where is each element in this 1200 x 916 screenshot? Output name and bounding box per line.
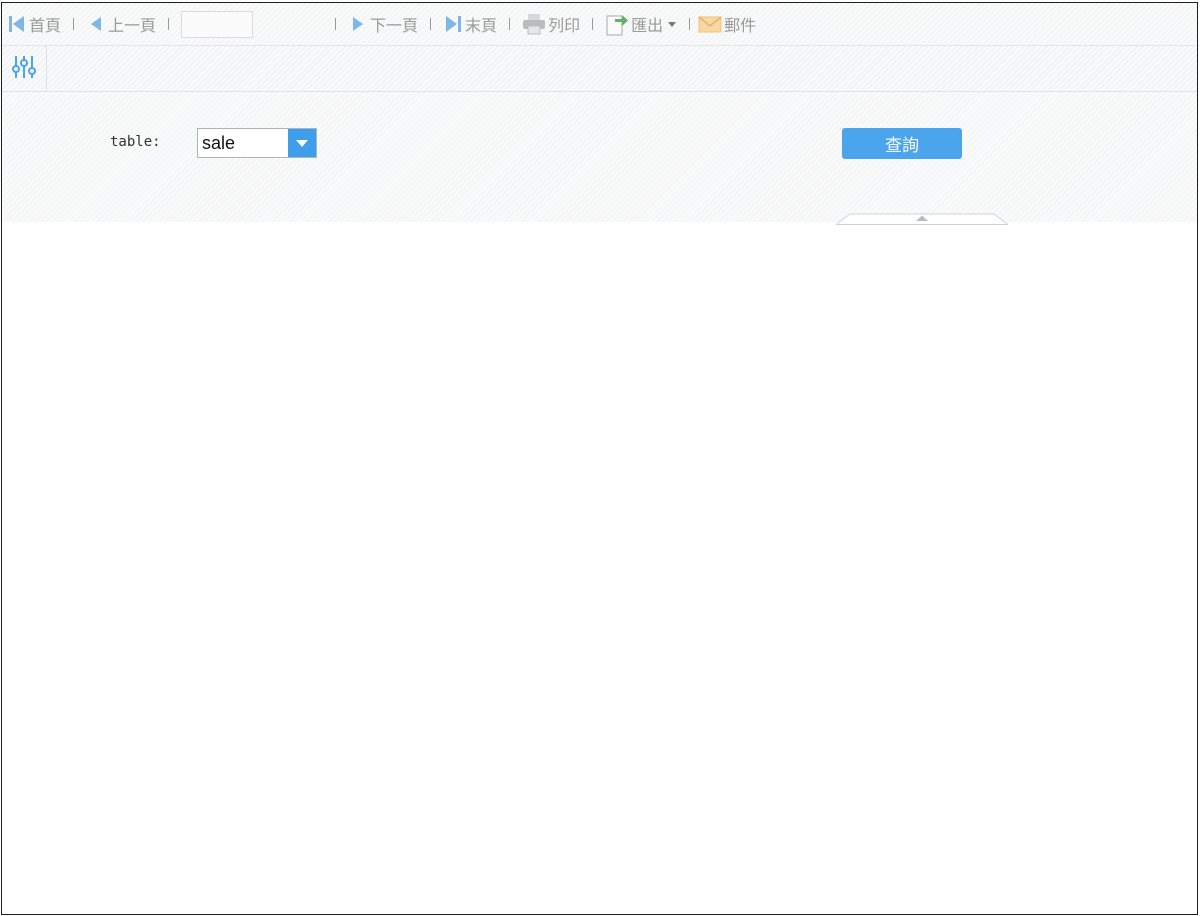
- report-viewer: 首頁 上一頁 下一頁 末頁 列印 匯出 郵件 table: sale 查詢: [1, 2, 1198, 915]
- first-page-button[interactable]: 首頁: [7, 3, 61, 45]
- toolbar-divider: [509, 18, 511, 30]
- last-page-button[interactable]: 末頁: [443, 3, 497, 45]
- toolbar-divider: [73, 18, 75, 30]
- table-select-value: sale: [202, 133, 236, 153]
- prev-page-icon: [86, 14, 106, 34]
- prev-page-button[interactable]: 上一頁: [86, 3, 156, 45]
- toolbar-divider: [689, 18, 691, 30]
- page-number-input[interactable]: [181, 10, 254, 38]
- printer-icon: [522, 13, 546, 35]
- export-label: 匯出: [631, 16, 664, 35]
- last-page-icon: [443, 14, 463, 34]
- toolbar-divider: [168, 18, 170, 30]
- first-page-label: 首頁: [29, 16, 62, 35]
- next-page-button[interactable]: 下一頁: [348, 3, 418, 45]
- export-icon: [605, 12, 629, 36]
- report-toolbar: 首頁 上一頁 下一頁 末頁 列印 匯出 郵件: [2, 3, 1197, 46]
- collapse-panel-handle[interactable]: [834, 210, 1010, 225]
- next-page-label: 下一頁: [370, 16, 419, 35]
- secondary-toolbar: [2, 46, 1197, 92]
- print-label: 列印: [548, 16, 581, 35]
- table-select[interactable]: sale: [197, 128, 317, 158]
- toolbar-divider: [430, 18, 432, 30]
- toolbar-divider: [592, 18, 594, 30]
- last-page-label: 末頁: [465, 16, 498, 35]
- print-button[interactable]: 列印: [522, 3, 580, 45]
- dropdown-arrow-icon[interactable]: [288, 129, 316, 157]
- chevron-down-icon: [667, 20, 677, 28]
- first-page-icon: [7, 14, 27, 34]
- parameter-panel: table: sale 查詢: [2, 92, 1197, 225]
- export-button[interactable]: 匯出: [605, 3, 677, 45]
- email-button[interactable]: 郵件: [698, 3, 756, 45]
- mail-icon: [698, 14, 722, 34]
- parameter-panel-toggle[interactable]: [2, 46, 47, 91]
- query-button[interactable]: 查詢: [842, 128, 962, 159]
- toolbar-divider: [335, 18, 337, 30]
- sliders-icon: [11, 54, 37, 84]
- next-page-icon: [348, 14, 368, 34]
- email-label: 郵件: [724, 16, 757, 35]
- prev-page-label: 上一頁: [108, 16, 157, 35]
- table-param-label: table:: [110, 134, 161, 150]
